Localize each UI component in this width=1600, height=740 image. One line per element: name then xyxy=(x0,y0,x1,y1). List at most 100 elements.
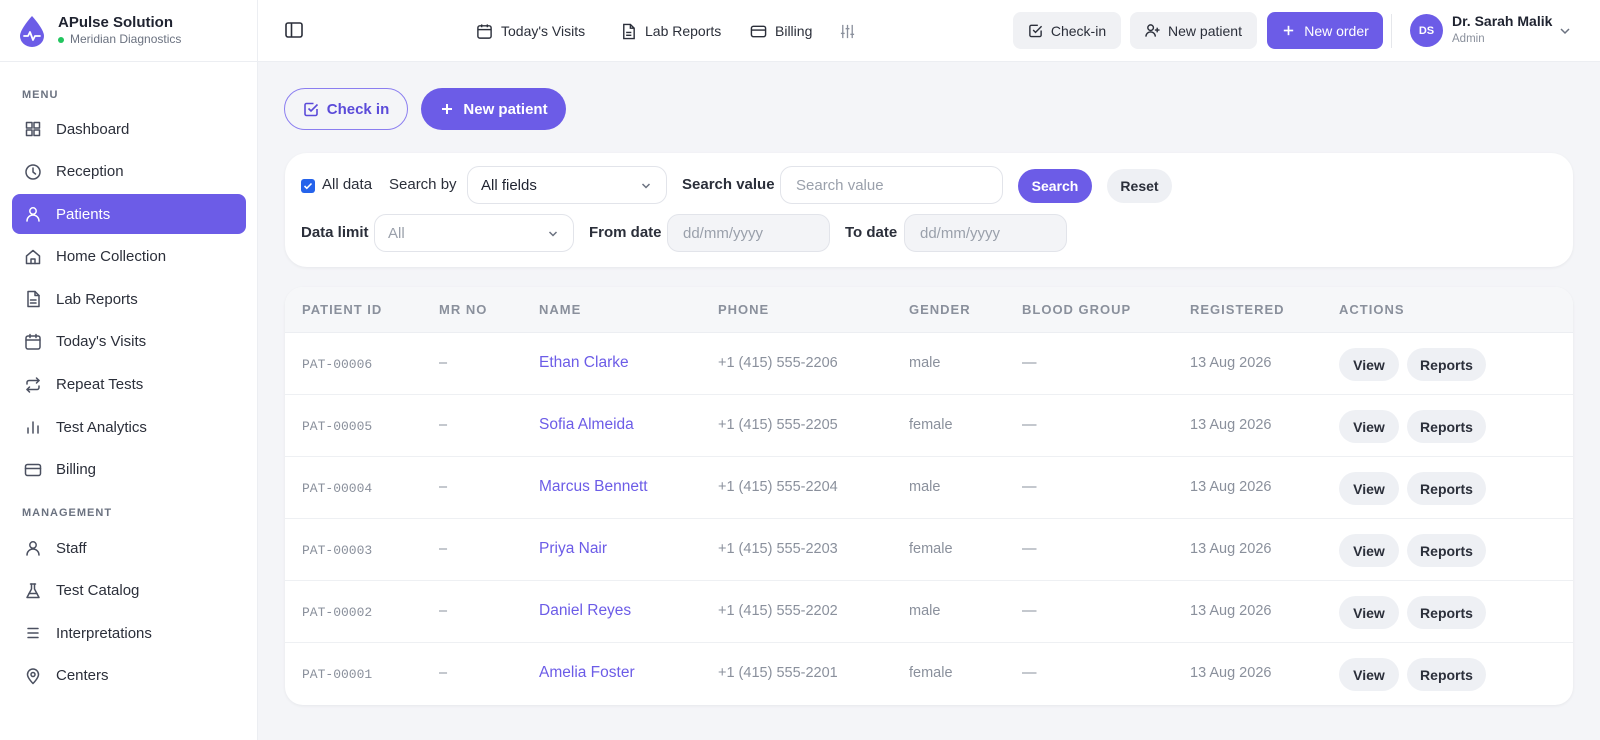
checkmark-icon xyxy=(303,182,313,190)
search-value-input[interactable]: Search value xyxy=(780,166,1003,204)
column-header: ACTIONS xyxy=(1339,302,1405,317)
sidebar-item-patients[interactable]: Patients xyxy=(12,194,246,235)
from-date-input[interactable]: dd/mm/yyyy xyxy=(667,214,830,252)
topbar-new-patient-label: New patient xyxy=(1168,22,1242,39)
to-date-input[interactable]: dd/mm/yyyy xyxy=(904,214,1067,252)
file-icon xyxy=(27,291,40,308)
reset-button[interactable]: Reset xyxy=(1107,169,1172,203)
phone: +1 (415) 555-2206 xyxy=(718,355,838,371)
sidebar-item-test-analytics[interactable]: Test Analytics xyxy=(12,407,246,447)
view-button[interactable]: View xyxy=(1339,472,1399,505)
sidebar-item-label: Reception xyxy=(56,163,124,181)
topbar-link-label: Billing xyxy=(775,23,813,39)
sidebar-item-dashboard[interactable]: Dashboard xyxy=(12,109,246,149)
topbar-new-patient-button[interactable]: New patient xyxy=(1130,12,1257,49)
registered-date: 13 Aug 2026 xyxy=(1190,479,1272,495)
sidebar-item-staff[interactable]: Staff xyxy=(12,528,246,568)
sidebar-item-reception[interactable]: Reception xyxy=(12,152,246,192)
table-row: PAT-00004 – Marcus Bennett +1 (415) 555-220… xyxy=(285,457,1573,519)
brand[interactable]: APulse Solution Meridian Diagnostics xyxy=(0,0,257,62)
brand-subtitle: Meridian Diagnostics xyxy=(58,32,181,47)
status-dot-icon xyxy=(58,36,64,43)
check-square-icon xyxy=(303,102,318,117)
reports-button[interactable]: Reports xyxy=(1407,658,1486,691)
view-button[interactable]: View xyxy=(1339,534,1399,567)
registered-date: 13 Aug 2026 xyxy=(1190,355,1272,371)
sidebar-item-centers[interactable]: Centers xyxy=(12,656,246,696)
topbar-link-label: Lab Reports xyxy=(645,23,722,39)
sidebar-item-billing[interactable]: Billing xyxy=(12,450,246,490)
sidebar-item-lab-reports[interactable]: Lab Reports xyxy=(12,279,246,319)
sidebar-toggle-icon[interactable] xyxy=(284,20,304,40)
search-value-label: Search value xyxy=(682,176,775,193)
patient-id: PAT-00004 xyxy=(302,481,373,496)
reports-button[interactable]: Reports xyxy=(1407,348,1486,381)
reports-button[interactable]: Reports xyxy=(1407,596,1486,629)
mr-no: – xyxy=(439,541,448,557)
brand-name: APulse Solution xyxy=(58,14,174,31)
topbar-link-billing[interactable]: Billing xyxy=(750,18,812,44)
registered-date: 13 Aug 2026 xyxy=(1190,417,1272,433)
sidebar-item-interpretations[interactable]: Interpretations xyxy=(12,613,246,653)
sidebar-item-home-collection[interactable]: Home Collection xyxy=(12,237,246,277)
gender: male xyxy=(909,603,941,619)
gender: male xyxy=(909,479,941,495)
management-menu: Staff Test Catalog Interpretations Centers xyxy=(12,528,246,698)
patient-id: PAT-00002 xyxy=(302,605,373,620)
reports-button[interactable]: Reports xyxy=(1407,472,1486,505)
check-in-button[interactable]: Check in xyxy=(284,88,408,130)
all-data-label[interactable]: All data xyxy=(322,176,372,193)
avatar[interactable]: DS xyxy=(1410,14,1443,47)
reports-button[interactable]: Reports xyxy=(1407,410,1486,443)
mr-no: – xyxy=(439,665,448,681)
sliders-icon[interactable] xyxy=(839,23,856,40)
view-button[interactable]: View xyxy=(1339,348,1399,381)
sidebar-item-test-catalog[interactable]: Test Catalog xyxy=(12,571,246,611)
column-header: MR NO xyxy=(439,302,488,317)
table-row: PAT-00002 – Daniel Reyes +1 (415) 555-2202 m… xyxy=(285,581,1573,643)
view-button[interactable]: View xyxy=(1339,596,1399,629)
home-icon xyxy=(25,249,41,265)
topbar-checkin-button[interactable]: Check-in xyxy=(1013,12,1121,49)
patient-name-link[interactable]: Priya Nair xyxy=(539,540,607,558)
blood-group: — xyxy=(1022,417,1037,433)
patient-id: PAT-00005 xyxy=(302,419,373,434)
menu-section-label: MENU xyxy=(22,89,59,101)
gender: female xyxy=(909,665,953,681)
card-icon xyxy=(24,463,42,476)
patient-name-link[interactable]: Marcus Bennett xyxy=(539,478,648,496)
registered-date: 13 Aug 2026 xyxy=(1190,603,1272,619)
search-button[interactable]: Search xyxy=(1018,169,1092,203)
table-row: PAT-00005 – Sofia Almeida +1 (415) 555-2205… xyxy=(285,395,1573,457)
sidebar-item-repeat-tests[interactable]: Repeat Tests xyxy=(12,365,246,405)
reports-button[interactable]: Reports xyxy=(1407,534,1486,567)
view-button[interactable]: View xyxy=(1339,410,1399,443)
user-name[interactable]: Dr. Sarah Malik xyxy=(1452,13,1552,29)
patient-name-link[interactable]: Ethan Clarke xyxy=(539,354,629,372)
phone: +1 (415) 555-2203 xyxy=(718,541,838,557)
gender: female xyxy=(909,541,953,557)
topbar-link-lab-reports[interactable]: Lab Reports xyxy=(620,18,721,44)
view-button[interactable]: View xyxy=(1339,658,1399,691)
mr-no: – xyxy=(439,479,448,495)
patients-table: PATIENT ID MR NO NAME PHONE GENDER BLOOD GROU… xyxy=(285,287,1573,705)
patient-name-link[interactable]: Daniel Reyes xyxy=(539,602,631,620)
topbar-link-todays-visits[interactable]: Today's Visits xyxy=(476,18,585,44)
topbar-new-order-button[interactable]: New order xyxy=(1267,12,1383,49)
file-icon xyxy=(623,23,635,39)
data-limit-select[interactable]: All xyxy=(374,214,574,252)
plus-icon xyxy=(1284,25,1294,36)
patient-name-link[interactable]: Amelia Foster xyxy=(539,664,635,682)
new-patient-button[interactable]: New patient xyxy=(421,88,566,130)
chevron-down-icon[interactable] xyxy=(1558,24,1572,38)
search-by-select[interactable]: All fields xyxy=(467,166,667,204)
sidebar-item-label: Billing xyxy=(56,461,97,479)
patient-name-link[interactable]: Sofia Almeida xyxy=(539,416,634,434)
check-square-icon xyxy=(1029,24,1042,38)
all-data-checkbox[interactable] xyxy=(301,179,315,193)
sidebar-item-today-s-visits[interactable]: Today's Visits xyxy=(12,322,246,362)
topbar-checkin-label: Check-in xyxy=(1050,22,1107,39)
table-row: PAT-00003 – Priya Nair +1 (415) 555-2203 fem… xyxy=(285,519,1573,581)
gender: female xyxy=(909,417,953,433)
to-date-label: To date xyxy=(845,224,898,241)
